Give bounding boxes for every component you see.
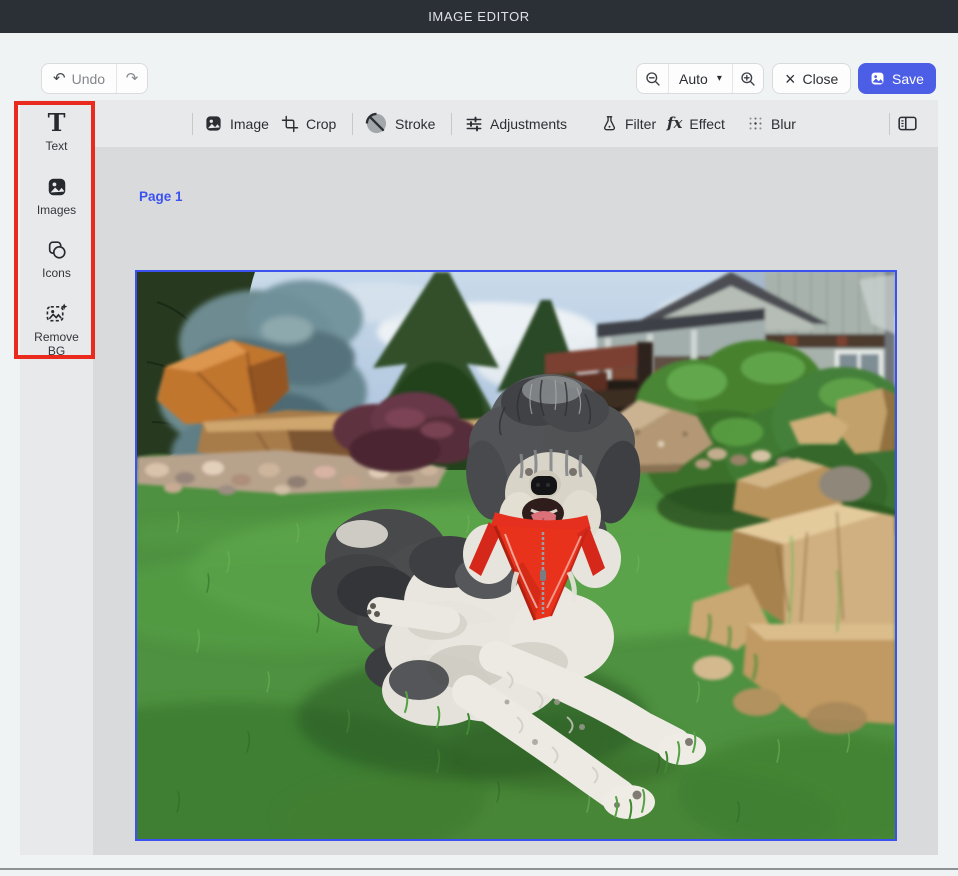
panel-toggle-button[interactable] [897, 100, 918, 147]
zoom-level-value: Auto [679, 71, 708, 87]
zoom-out-button[interactable] [637, 64, 668, 93]
tool-label: Effect [689, 116, 725, 132]
undo-redo-group: ↶ Undo ↷ [41, 63, 148, 94]
app-title: IMAGE EDITOR [428, 9, 530, 24]
tool-label: Filter [625, 116, 656, 132]
tool-effect[interactable]: fx Effect [667, 100, 725, 147]
remove-bg-icon [45, 302, 68, 325]
tool-label: Adjustments [490, 116, 567, 132]
text-icon: T [48, 112, 66, 134]
editor-region: T Text Images Icons RemoveBG Image [20, 100, 938, 855]
tool-adjustments[interactable]: Adjustments [465, 100, 567, 147]
sidebar-item-remove-bg[interactable]: RemoveBG [20, 302, 93, 358]
save-label: Save [892, 71, 924, 87]
toolbar-divider [889, 113, 890, 135]
toolbar-divider [451, 113, 452, 135]
zoom-in-button[interactable] [732, 64, 763, 93]
image-icon [204, 114, 223, 133]
zoom-out-icon [645, 71, 661, 87]
tool-label: Blur [771, 116, 796, 132]
photo-object[interactable] [135, 270, 897, 841]
edit-tools-bar: Image Crop Stroke Adjustments Filter [93, 100, 938, 147]
tool-stroke[interactable]: Stroke [365, 100, 435, 147]
stroke-none-icon [365, 112, 388, 135]
close-button[interactable]: × Close [772, 63, 851, 94]
tool-filter[interactable]: Filter [601, 100, 656, 147]
redo-icon: ↷ [126, 71, 139, 86]
tool-blur[interactable]: Blur [747, 100, 796, 147]
sidebar-item-label: RemoveBG [34, 330, 79, 358]
chevron-down-icon: ▾ [717, 73, 722, 84]
tool-label: Image [230, 116, 269, 132]
left-tool-panel: T Text Images Icons RemoveBG [20, 100, 93, 855]
toolbar-divider [192, 113, 193, 135]
sidebar-item-text[interactable]: T Text [20, 112, 93, 153]
save-image-icon [870, 71, 885, 86]
tool-label: Stroke [395, 116, 435, 132]
save-button[interactable]: Save [858, 63, 936, 94]
image-editor-window: IMAGE EDITOR ↶ Undo ↷ Auto ▾ × Close Sav… [0, 0, 958, 876]
zoom-controls: Auto ▾ [636, 63, 764, 94]
flask-icon [601, 115, 618, 132]
tool-image[interactable]: Image [204, 100, 269, 147]
icons-icon [46, 239, 68, 261]
side-panel-icon [897, 113, 918, 134]
zoom-level-dropdown[interactable]: Auto ▾ [668, 64, 732, 93]
tool-label: Crop [306, 116, 336, 132]
undo-label: Undo [72, 71, 105, 87]
editor-canvas[interactable]: Page 1 [93, 147, 938, 855]
window-bottom-edge [0, 868, 958, 870]
images-icon [46, 176, 68, 198]
crop-icon [281, 115, 299, 133]
sidebar-item-label: Text [45, 139, 67, 153]
sidebar-item-images[interactable]: Images [20, 176, 93, 217]
redo-button[interactable]: ↷ [117, 64, 147, 93]
close-label: Close [803, 71, 839, 87]
app-header: IMAGE EDITOR [0, 0, 958, 33]
tool-crop[interactable]: Crop [281, 100, 336, 147]
sidebar-item-label: Images [37, 203, 76, 217]
toolbar-divider [352, 113, 353, 135]
page-label[interactable]: Page 1 [139, 189, 183, 204]
undo-button[interactable]: ↶ Undo [42, 64, 117, 93]
fx-icon: fx [667, 116, 682, 131]
sidebar-item-label: Icons [42, 266, 71, 280]
zoom-in-icon [740, 71, 756, 87]
close-x-icon: × [785, 70, 796, 88]
undo-icon: ↶ [53, 71, 66, 86]
sidebar-item-icons[interactable]: Icons [20, 239, 93, 280]
blur-dots-icon [747, 115, 764, 132]
photo-scene [137, 272, 895, 839]
sliders-icon [465, 115, 483, 133]
